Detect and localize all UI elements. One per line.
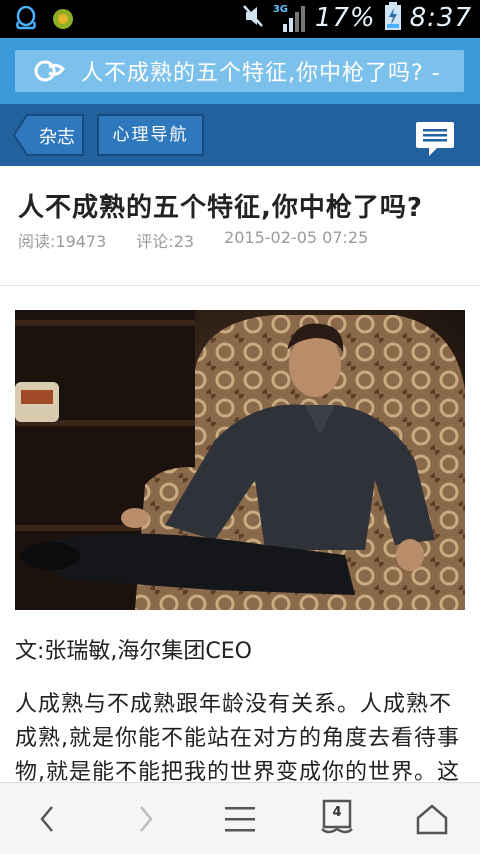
status-bar: 3G 17% 8:37 [0,0,480,38]
chevron-left-icon [40,806,53,832]
article-meta: 阅读:19473 评论:23 2015-02-05 07:25 [18,228,368,252]
menu-button[interactable] [222,801,258,837]
article-body: 人成熟与不成熟跟年龄没有关系。人成熟不成熟,就是你能不能站在对方的角度去看待事物… [15,692,460,784]
article-photo [15,310,465,610]
tabs-button[interactable]: 4 [318,799,356,837]
url-title: 人不成熟的五个特征,你中枪了吗? - [81,61,441,86]
home-icon [416,804,448,835]
publish-date: 2015-02-05 07:25 [224,228,369,247]
browser-address-bar: 人不成熟的五个特征,你中枪了吗? - [0,38,480,104]
comment-count: 评论:23 [136,232,195,251]
article-byline: 文:张瑞敏,海尔集团CEO [15,639,252,664]
battery-percent: 17% [314,3,376,33]
home-button[interactable] [414,801,450,837]
battery-charging-icon [384,2,402,34]
chevron-right-icon [140,806,153,832]
qq-icon [14,5,38,36]
url-field[interactable]: 人不成熟的五个特征,你中枪了吗? - [15,50,464,92]
back-to-magazine-button[interactable]: 杂志 [13,114,85,156]
category-button[interactable]: 心理导航 [97,114,204,156]
app-notification-icon [52,8,74,34]
mute-icon [241,3,265,33]
divider [0,285,480,286]
view-count: 阅读:19473 [18,232,107,251]
menu-icon [225,807,255,832]
site-nav-bar: 杂志 心理导航 [0,104,480,166]
back-label: 杂志 [39,127,75,148]
signal-icon: 3G [273,2,307,34]
forward-button[interactable] [127,801,163,837]
back-button[interactable] [30,801,66,837]
article-title: 人不成熟的五个特征,你中枪了吗? [18,193,423,223]
browser-logo-icon [33,59,65,87]
tab-count: 4 [332,805,342,820]
comments-icon[interactable] [415,120,455,158]
clock: 8:37 [409,3,472,33]
browser-toolbar: 4 [0,782,480,854]
